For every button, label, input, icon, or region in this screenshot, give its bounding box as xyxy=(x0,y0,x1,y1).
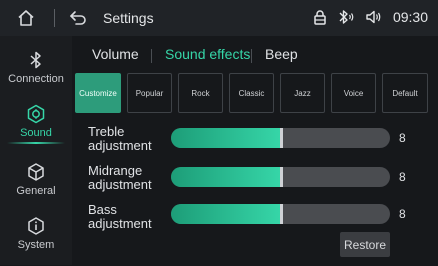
sidebar-item-label: Connection xyxy=(8,73,64,85)
slider-fill xyxy=(171,128,281,148)
slider-handle[interactable] xyxy=(279,128,283,148)
preset-customize[interactable]: Customize xyxy=(75,73,121,113)
restore-button[interactable]: Restore xyxy=(340,232,390,257)
volume-icon xyxy=(366,10,381,24)
preset-classic[interactable]: Classic xyxy=(229,73,274,113)
preset-popular[interactable]: Popular xyxy=(127,73,172,113)
preset-default[interactable]: Default xyxy=(382,73,428,113)
lock-icon xyxy=(314,10,326,25)
treble-value: 8 xyxy=(399,131,406,145)
midrange-label: Midrange adjustment xyxy=(88,163,152,192)
info-icon xyxy=(28,217,44,235)
tab-volume[interactable]: Volume xyxy=(92,46,139,62)
treble-slider[interactable] xyxy=(171,128,390,148)
midrange-slider[interactable] xyxy=(171,167,390,187)
bass-label: Bass adjustment xyxy=(88,202,152,231)
preset-rock[interactable]: Rock xyxy=(178,73,223,113)
sidebar-item-label: Sound xyxy=(20,127,52,139)
treble-label: Treble adjustment xyxy=(88,124,152,153)
bluetooth-icon xyxy=(30,51,41,69)
tab-divider xyxy=(251,49,252,63)
tab-bar: Volume Sound effects Beep xyxy=(72,36,438,72)
preset-jazz[interactable]: Jazz xyxy=(280,73,325,113)
bass-slider[interactable] xyxy=(171,204,390,224)
clock: 09:30 xyxy=(392,9,428,25)
slider-handle[interactable] xyxy=(279,167,283,187)
status-area: 09:30 xyxy=(313,9,428,25)
sidebar-item-general[interactable]: General xyxy=(0,156,72,212)
preset-voice[interactable]: Voice xyxy=(331,73,376,113)
tab-divider xyxy=(151,49,152,63)
slider-fill xyxy=(171,204,281,224)
sidebar-item-sound[interactable]: Sound xyxy=(0,98,72,154)
slider-fill xyxy=(171,167,281,187)
sound-icon xyxy=(27,104,45,124)
sidebar-item-connection[interactable]: Connection xyxy=(0,44,72,100)
active-indicator xyxy=(7,142,65,144)
topbar-divider xyxy=(54,9,55,27)
tab-beep[interactable]: Beep xyxy=(265,46,298,62)
midrange-value: 8 xyxy=(399,170,406,184)
cube-icon xyxy=(28,163,44,181)
sidebar-item-system[interactable]: System xyxy=(0,210,72,266)
sidebar-item-label: General xyxy=(16,185,56,197)
back-icon[interactable] xyxy=(68,8,88,28)
sidebar: Connection Sound General System xyxy=(0,36,72,265)
tab-sound-effects[interactable]: Sound effects xyxy=(165,46,250,62)
bass-value: 8 xyxy=(399,207,406,221)
slider-handle[interactable] xyxy=(279,204,283,224)
top-bar: Settings 09:30 xyxy=(0,0,438,36)
page-title: Settings xyxy=(103,10,154,26)
bluetooth-audio-icon xyxy=(339,10,354,24)
home-icon[interactable] xyxy=(16,8,36,28)
sidebar-item-label: System xyxy=(17,239,55,251)
